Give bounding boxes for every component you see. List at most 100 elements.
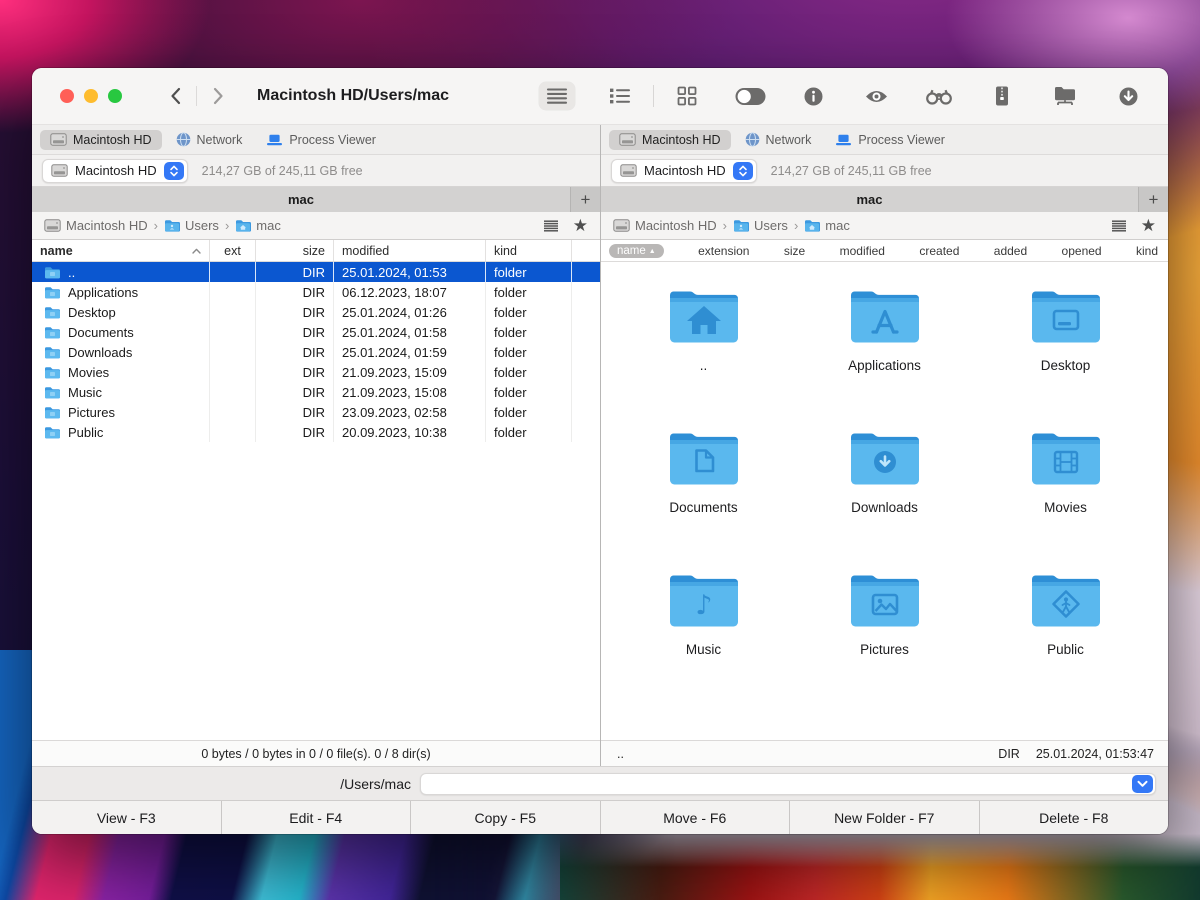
drive-select[interactable]: Macintosh HD bbox=[611, 159, 757, 183]
file-row-downloads[interactable]: Downloads DIR 25.01.2024, 01:59 folder bbox=[32, 342, 600, 362]
breadcrumb-separator: › bbox=[723, 218, 727, 233]
folder-tab-mac[interactable]: mac bbox=[601, 187, 1138, 212]
fkey-f3[interactable]: View - F3 bbox=[32, 801, 221, 834]
folder-document-icon bbox=[666, 428, 742, 488]
grid-item-desktop[interactable]: Desktop bbox=[975, 286, 1156, 428]
add-tab-button[interactable]: + bbox=[1138, 187, 1168, 212]
right-location-tabs: Macintosh HDNetworkProcess Viewer bbox=[601, 125, 1168, 155]
archive-icon[interactable] bbox=[984, 82, 1020, 110]
column-header-extension[interactable]: extension bbox=[698, 244, 749, 258]
network-folder-icon[interactable] bbox=[1047, 82, 1083, 110]
grid-item-applications[interactable]: Applications bbox=[794, 286, 975, 428]
eye-icon[interactable] bbox=[858, 82, 894, 110]
pane-tab-macintosh-hd[interactable]: Macintosh HD bbox=[609, 130, 731, 150]
fkey-f5[interactable]: Copy - F5 bbox=[410, 801, 600, 834]
breadcrumb-users[interactable]: Users bbox=[164, 218, 219, 233]
right-status-date: 25.01.2024, 01:53:47 bbox=[1036, 747, 1154, 761]
file-row-documents[interactable]: Documents DIR 25.01.2024, 01:58 folder bbox=[32, 322, 600, 342]
zoom-window-button[interactable] bbox=[108, 89, 122, 103]
grid-item-parent[interactable]: .. bbox=[613, 286, 794, 428]
grid-item-music[interactable]: ♪ Music bbox=[613, 570, 794, 712]
list-view-icon[interactable] bbox=[539, 82, 575, 110]
drive-icon bbox=[44, 219, 61, 232]
column-header-name[interactable]: name▲ bbox=[609, 244, 664, 258]
minimize-window-button[interactable] bbox=[84, 89, 98, 103]
drive-select-chevrons-icon[interactable] bbox=[733, 162, 753, 180]
column-header-kind[interactable]: kind bbox=[1136, 244, 1158, 258]
fkey-f6[interactable]: Move - F6 bbox=[600, 801, 790, 834]
mini-folder-icon bbox=[44, 326, 61, 339]
command-history-dropdown-button[interactable] bbox=[1132, 775, 1153, 793]
file-row-applications[interactable]: Applications DIR 06.12.2023, 18:07 folde… bbox=[32, 282, 600, 302]
forward-button[interactable] bbox=[203, 83, 233, 109]
laptop-icon bbox=[835, 134, 852, 146]
grid-item-pictures[interactable]: Pictures bbox=[794, 570, 975, 712]
breadcrumb-separator: › bbox=[794, 218, 798, 233]
column-header-created[interactable]: created bbox=[919, 244, 959, 258]
grid-item-movies[interactable]: Movies bbox=[975, 428, 1156, 570]
folder-picture-icon bbox=[847, 570, 923, 630]
mini-folder-icon bbox=[44, 346, 61, 359]
drive-icon bbox=[613, 219, 630, 232]
grid-item-documents[interactable]: Documents bbox=[613, 428, 794, 570]
column-header-modified[interactable]: modified bbox=[840, 244, 885, 258]
pane-tab-macintosh-hd[interactable]: Macintosh HD bbox=[40, 130, 162, 150]
grid-item-downloads[interactable]: Downloads bbox=[794, 428, 975, 570]
favorites-star-icon[interactable]: ★ bbox=[1141, 217, 1156, 234]
file-manager-window: Macintosh HD/Users/mac Macintosh HDNetwo… bbox=[32, 68, 1168, 834]
column-header-added[interactable]: added bbox=[994, 244, 1027, 258]
right-icon-grid: .. Applications Desktop Documents Downlo… bbox=[601, 262, 1168, 740]
folder-home-icon bbox=[666, 286, 742, 346]
pane-tab-process-viewer[interactable]: Process Viewer bbox=[256, 130, 386, 150]
close-window-button[interactable] bbox=[60, 89, 74, 103]
detail-view-icon[interactable] bbox=[602, 82, 638, 110]
pane-tab-process-viewer[interactable]: Process Viewer bbox=[825, 130, 955, 150]
file-row-music[interactable]: Music DIR 21.09.2023, 15:08 folder bbox=[32, 382, 600, 402]
breadcrumb-mac[interactable]: mac bbox=[235, 218, 281, 233]
grid-view-icon[interactable] bbox=[669, 82, 705, 110]
file-row-parent[interactable]: .. DIR 25.01.2024, 01:53 folder bbox=[32, 262, 600, 282]
column-header-kind[interactable]: kind bbox=[486, 240, 572, 261]
toggle-icon[interactable] bbox=[732, 82, 768, 110]
favorites-star-icon[interactable]: ★ bbox=[573, 217, 588, 234]
back-button[interactable] bbox=[160, 83, 190, 109]
fkey-f8[interactable]: Delete - F8 bbox=[979, 801, 1169, 834]
breadcrumb-macintosh-hd[interactable]: Macintosh HD bbox=[613, 218, 717, 233]
right-breadcrumb-row: Macintosh HD › Users › mac ★ bbox=[601, 212, 1168, 240]
folder-public-icon bbox=[1028, 570, 1104, 630]
column-header-modified[interactable]: modified bbox=[334, 240, 486, 261]
left-location-tabs: Macintosh HDNetworkProcess Viewer bbox=[32, 125, 600, 155]
pane-tab-network[interactable]: Network bbox=[166, 129, 253, 150]
right-drive-row: Macintosh HD 214,27 GB of 245,11 GB free bbox=[601, 155, 1168, 187]
fkey-f4[interactable]: Edit - F4 bbox=[221, 801, 411, 834]
grid-item-public[interactable]: Public bbox=[975, 570, 1156, 712]
folder-tab-mac[interactable]: mac bbox=[32, 187, 570, 212]
breadcrumb-mac[interactable]: mac bbox=[804, 218, 850, 233]
pane-view-list-icon[interactable] bbox=[1111, 220, 1127, 232]
command-input[interactable] bbox=[420, 773, 1156, 795]
column-header-size[interactable]: size bbox=[784, 244, 805, 258]
fkey-f7[interactable]: New Folder - F7 bbox=[789, 801, 979, 834]
column-header-name[interactable]: name bbox=[32, 240, 210, 261]
file-row-movies[interactable]: Movies DIR 21.09.2023, 15:09 folder bbox=[32, 362, 600, 382]
breadcrumb-macintosh-hd[interactable]: Macintosh HD bbox=[44, 218, 148, 233]
add-tab-button[interactable]: + bbox=[570, 187, 600, 212]
column-header-size[interactable]: size bbox=[256, 240, 334, 261]
breadcrumb-users[interactable]: Users bbox=[733, 218, 788, 233]
file-row-desktop[interactable]: Desktop DIR 25.01.2024, 01:26 folder bbox=[32, 302, 600, 322]
pane-view-list-icon[interactable] bbox=[543, 220, 559, 232]
mini-folder-icon bbox=[44, 406, 61, 419]
drive-select-chevrons-icon[interactable] bbox=[164, 162, 184, 180]
info-icon[interactable] bbox=[795, 82, 831, 110]
mini-folder-icon bbox=[44, 266, 61, 279]
binoculars-icon[interactable] bbox=[921, 82, 957, 110]
column-header-ext[interactable]: ext bbox=[210, 240, 256, 261]
column-header-opened[interactable]: opened bbox=[1062, 244, 1102, 258]
download-icon[interactable] bbox=[1110, 82, 1146, 110]
file-row-pictures[interactable]: Pictures DIR 23.09.2023, 02:58 folder bbox=[32, 402, 600, 422]
free-space-text: 214,27 GB of 245,11 GB free bbox=[771, 164, 932, 178]
file-row-public[interactable]: Public DIR 20.09.2023, 10:38 folder bbox=[32, 422, 600, 442]
pane-tab-network[interactable]: Network bbox=[735, 129, 822, 150]
mini-folder-icon bbox=[44, 386, 61, 399]
drive-select[interactable]: Macintosh HD bbox=[42, 159, 188, 183]
